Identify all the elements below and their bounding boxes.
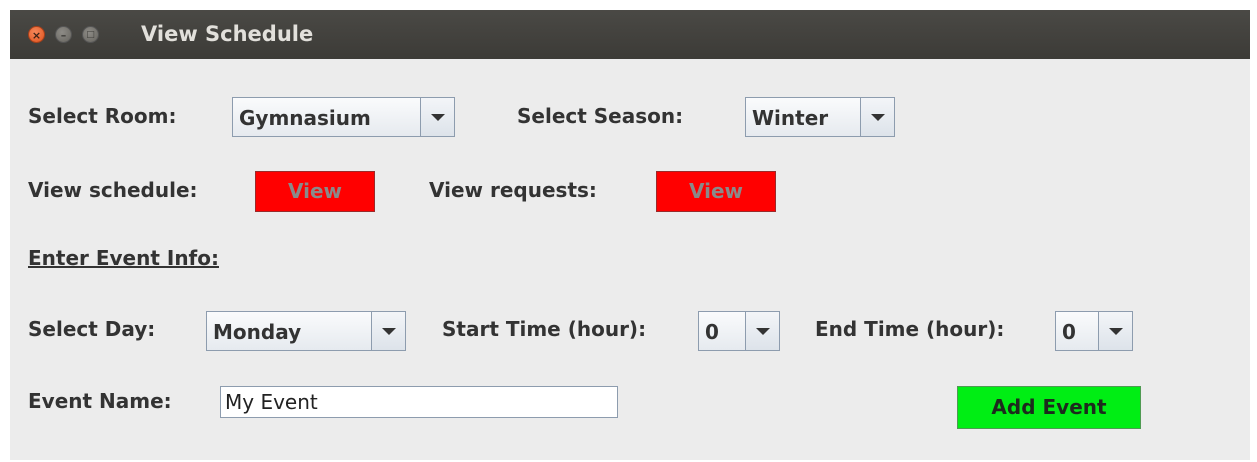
maximize-icon[interactable]: □ (82, 26, 99, 43)
select-room-label: Select Room: (28, 104, 177, 128)
view-schedule-label: View schedule: (28, 178, 198, 202)
event-info-heading: Enter Event Info: (28, 246, 219, 270)
chevron-down-icon[interactable] (420, 98, 454, 136)
chevron-down-icon[interactable] (860, 98, 894, 136)
start-time-label: Start Time (hour): (442, 317, 647, 341)
season-select[interactable]: Winter (745, 97, 895, 137)
end-time-select-value: 0 (1062, 320, 1076, 344)
title-bar[interactable]: × – □ View Schedule (10, 10, 1250, 59)
view-requests-button[interactable]: View (656, 171, 776, 212)
start-time-select-value: 0 (705, 320, 719, 344)
select-season-label: Select Season: (517, 104, 684, 128)
app-window: × – □ View Schedule Select Room: Gymnasi… (10, 10, 1250, 460)
close-icon[interactable]: × (28, 26, 45, 43)
end-time-select[interactable]: 0 (1055, 311, 1133, 351)
event-name-label: Event Name: (28, 389, 172, 413)
room-select-value: Gymnasium (239, 106, 371, 130)
form-panel: Select Room: Gymnasium Select Season: Wi… (10, 59, 1250, 460)
day-select[interactable]: Monday (206, 311, 406, 351)
view-requests-label: View requests: (429, 178, 597, 202)
select-day-label: Select Day: (28, 317, 156, 341)
start-time-select[interactable]: 0 (698, 311, 780, 351)
end-time-label: End Time (hour): (815, 317, 1005, 341)
season-select-value: Winter (752, 106, 829, 130)
view-schedule-button[interactable]: View (255, 171, 375, 212)
chevron-down-icon[interactable] (371, 312, 405, 350)
event-name-input[interactable] (220, 386, 618, 418)
room-select[interactable]: Gymnasium (232, 97, 455, 137)
add-event-button[interactable]: Add Event (957, 386, 1141, 429)
chevron-down-icon[interactable] (745, 312, 779, 350)
window-title: View Schedule (141, 22, 314, 46)
minimize-icon[interactable]: – (55, 26, 72, 43)
chevron-down-icon[interactable] (1098, 312, 1132, 350)
day-select-value: Monday (213, 320, 302, 344)
